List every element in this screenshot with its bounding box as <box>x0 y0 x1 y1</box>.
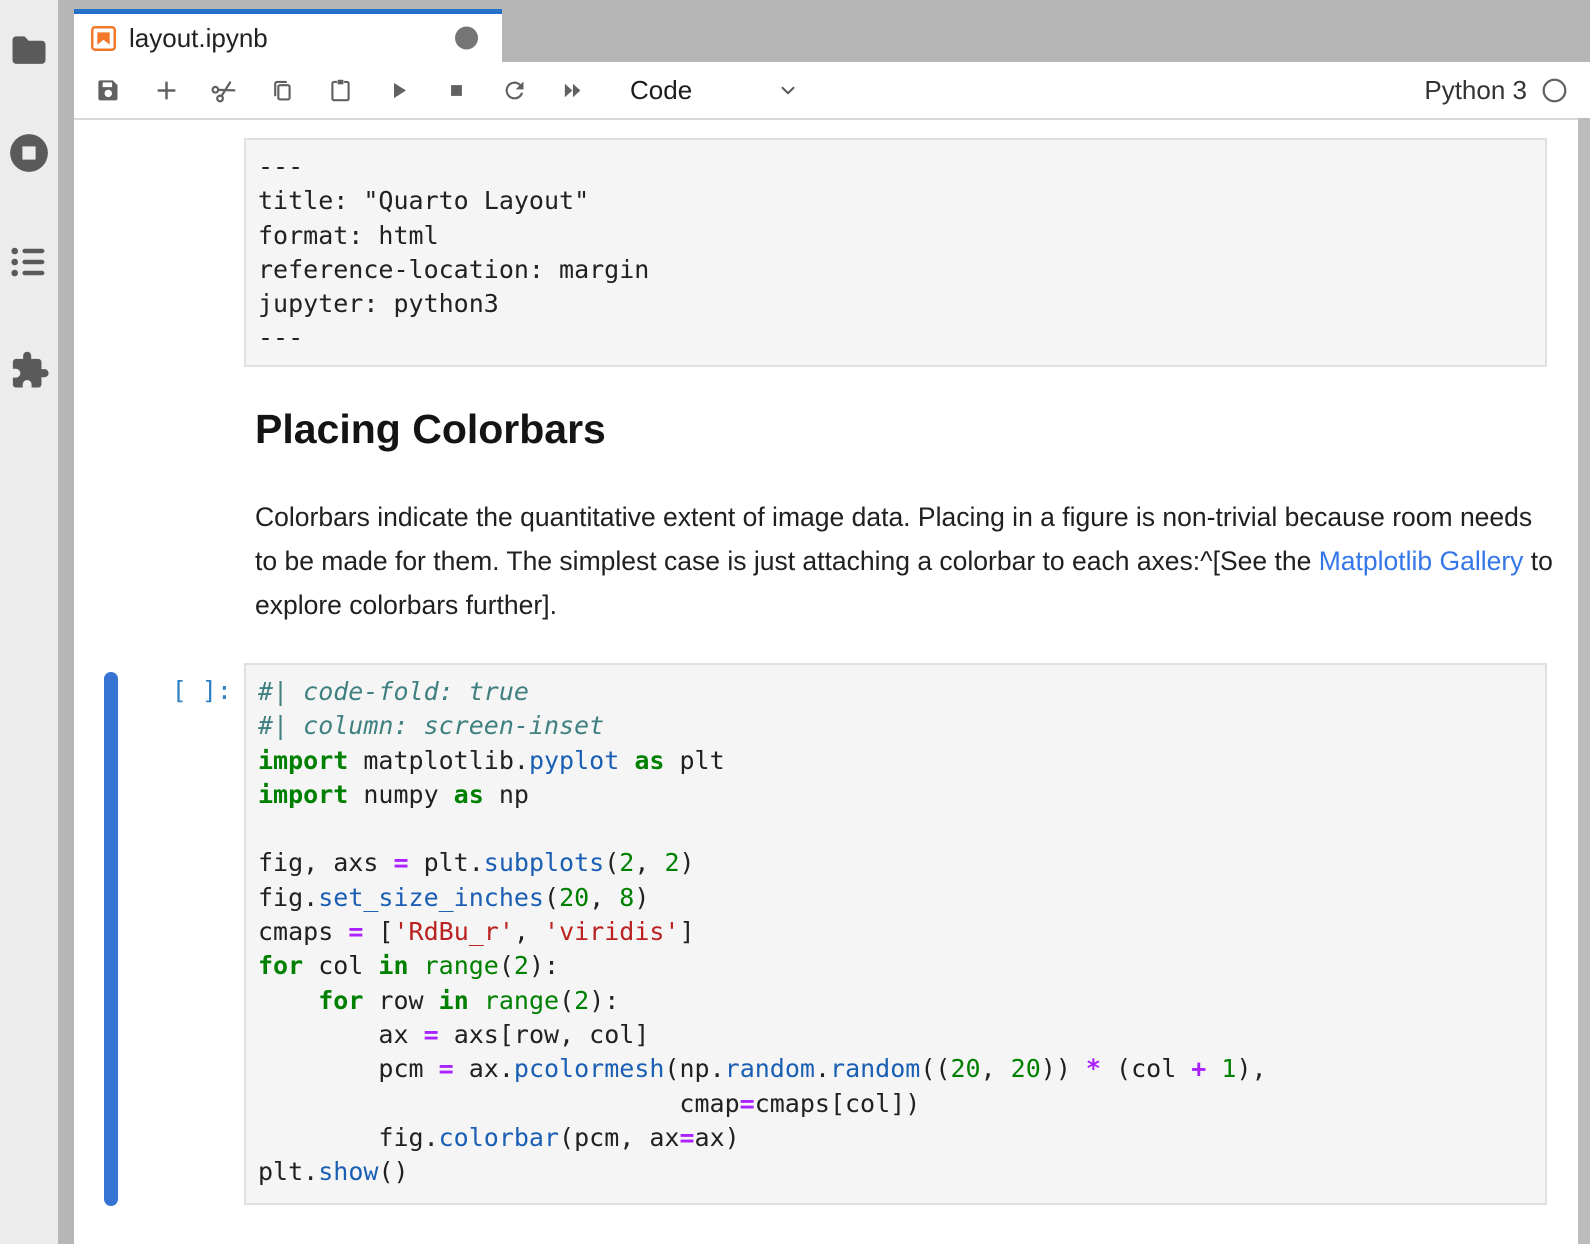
restart-run-all-button[interactable] <box>550 68 594 112</box>
sidebar-divider <box>58 0 74 1244</box>
plus-icon <box>153 77 180 104</box>
restart-kernel-button[interactable] <box>492 68 536 112</box>
cut-cells-button[interactable] <box>202 68 246 112</box>
copy-cells-button[interactable] <box>260 68 304 112</box>
sidebar-item-table-of-contents[interactable] <box>7 240 51 284</box>
notebook-content: ---title: "Quarto Layout"format: htmlref… <box>74 120 1578 1244</box>
stop-icon <box>443 77 470 104</box>
notebook-toolbar: Code Python 3 <box>74 62 1590 120</box>
chevron-down-icon <box>776 78 800 102</box>
sidebar-item-extensions[interactable] <box>7 349 51 393</box>
copy-icon <box>269 77 296 104</box>
code-cell-editor[interactable]: #| code-fold: true#| column: screen-inse… <box>244 663 1547 1205</box>
jupyterlab-app: layout.ipynb <box>0 0 1590 1244</box>
interrupt-kernel-button[interactable] <box>434 68 478 112</box>
cell-input-prompt: [ ]: <box>74 676 232 705</box>
restart-icon <box>501 77 528 104</box>
sidebar-item-file-browser[interactable] <box>7 29 51 73</box>
raw-cell-editor[interactable]: ---title: "Quarto Layout"format: htmlref… <box>244 138 1547 367</box>
tab-title: layout.ipynb <box>129 23 268 54</box>
tab-bar: layout.ipynb <box>74 0 1590 62</box>
cell-type-value: Code <box>630 75 692 106</box>
markdown-cell: Placing Colorbars Colorbars indicate the… <box>244 406 1574 627</box>
markdown-heading: Placing Colorbars <box>255 406 1574 453</box>
kernel-status-idle-icon <box>1541 77 1568 104</box>
fast-forward-icon <box>559 77 586 104</box>
puzzle-icon <box>7 349 51 393</box>
clipboard-icon <box>327 77 354 104</box>
matplotlib-gallery-link[interactable]: Matplotlib Gallery <box>1319 546 1524 576</box>
save-icon <box>95 77 122 104</box>
paste-cells-button[interactable] <box>318 68 362 112</box>
tab-layout-ipynb[interactable]: layout.ipynb <box>74 9 502 62</box>
list-icon <box>7 240 51 284</box>
scrollbar-track[interactable] <box>1578 118 1590 1244</box>
run-cell-button[interactable] <box>376 68 420 112</box>
scissors-icon <box>211 77 238 104</box>
kernel-switcher[interactable]: Python 3 <box>1424 75 1568 106</box>
markdown-paragraph: Colorbars indicate the quantitative exte… <box>255 495 1560 627</box>
left-activity-bar <box>0 0 58 1244</box>
save-button[interactable] <box>86 68 130 112</box>
stop-circle-icon <box>7 131 51 175</box>
play-icon <box>385 77 412 104</box>
cell-collapser[interactable] <box>104 672 118 1206</box>
sidebar-item-running-kernels[interactable] <box>7 131 51 175</box>
insert-cell-button[interactable] <box>144 68 188 112</box>
unsaved-changes-indicator <box>455 27 478 50</box>
folder-icon <box>7 29 51 73</box>
kernel-name: Python 3 <box>1424 75 1527 106</box>
notebook-file-icon <box>90 25 117 52</box>
cell-type-dropdown[interactable]: Code <box>630 75 800 106</box>
